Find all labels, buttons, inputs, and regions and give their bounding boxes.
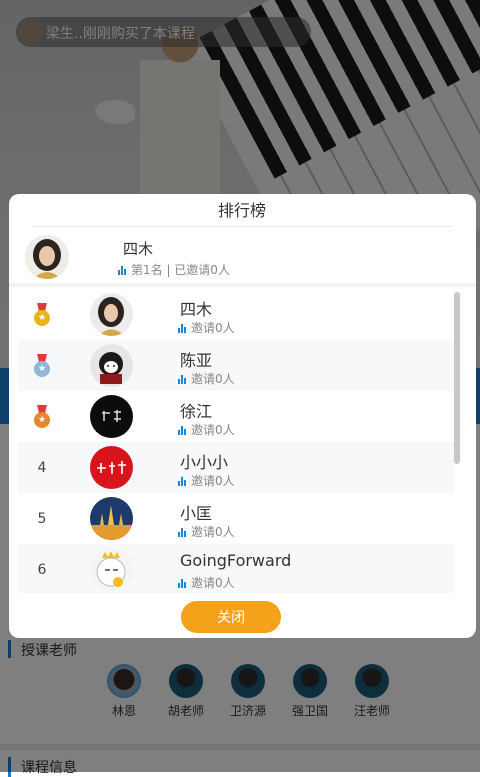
leaderboard-list[interactable]: ★ 四木 邀请0人 ★ 陈亚 邀请0人 ★ 徐江 邀请0人 4 小小小 邀请0人… [18, 289, 454, 593]
rank: 4 [37, 459, 47, 476]
list-item: ★ 四木 邀请0人 [18, 289, 454, 340]
rank: ★ [30, 289, 54, 340]
avatar [90, 446, 133, 489]
rank: ★ [30, 391, 54, 442]
user-name: 四木 [180, 300, 213, 319]
bar-chart-icon [178, 527, 188, 537]
modal-title: 排行榜 [32, 194, 452, 227]
avatar [25, 235, 69, 279]
my-rank-row: 四木 第1名 | 已邀请0人 [9, 227, 476, 287]
list-scrollbar[interactable] [454, 292, 460, 464]
avatar [90, 344, 133, 387]
invite-count: 邀请0人 [178, 319, 235, 336]
invite-count-text: 邀请0人 [191, 474, 235, 488]
user-name: 陈亚 [180, 351, 213, 370]
user-name: 徐江 [180, 402, 213, 421]
invite-count-text: 邀请0人 [191, 525, 235, 539]
list-item: 4 小小小 邀请0人 [18, 442, 454, 493]
invite-count-text: 邀请0人 [191, 321, 235, 335]
close-button[interactable]: 关闭 [181, 601, 281, 633]
list-item: ★ 徐江 邀请0人 [18, 391, 454, 442]
rank: ★ [30, 340, 54, 391]
user-name: 小匡 [180, 504, 213, 523]
leaderboard-modal: 排行榜 四木 第1名 | 已邀请0人 ★ 四木 邀请0人 ★ 陈亚 邀请0人 ★… [9, 194, 476, 638]
silver-medal-icon: ★ [34, 353, 50, 378]
invite-count: 邀请0人 [178, 370, 235, 387]
invite-count-text: 邀请0人 [191, 372, 235, 386]
invite-count: 邀请0人 [178, 421, 235, 438]
bar-chart-icon [178, 425, 188, 435]
rank: 6 [37, 561, 47, 578]
avatar [90, 548, 133, 591]
bar-chart-icon [178, 323, 188, 333]
my-stats-text: 第1名 | 已邀请0人 [131, 263, 230, 277]
gold-medal-icon: ★ [34, 302, 50, 327]
list-item: ★ 陈亚 邀请0人 [18, 340, 454, 391]
invite-count: 邀请0人 [178, 472, 235, 489]
user-name: 小小小 [180, 453, 229, 472]
invite-count: 邀请0人 [178, 574, 235, 591]
invite-count: 邀请0人 [178, 523, 235, 540]
avatar [90, 293, 133, 336]
list-item: 6 GoingForward 邀请0人 [18, 544, 454, 593]
avatar [90, 395, 133, 438]
bar-chart-icon [178, 476, 188, 486]
user-name: GoingForward [180, 551, 292, 570]
rank: 5 [37, 510, 47, 527]
my-name: 四木 [123, 240, 154, 258]
my-stats: 第1名 | 已邀请0人 [118, 261, 230, 278]
bar-chart-icon [118, 265, 128, 275]
bronze-medal-icon: ★ [34, 404, 50, 429]
bar-chart-icon [178, 578, 188, 588]
invite-count-text: 邀请0人 [191, 576, 235, 590]
invite-count-text: 邀请0人 [191, 423, 235, 437]
bar-chart-icon [178, 374, 188, 384]
list-item: 5 小匡 邀请0人 [18, 493, 454, 544]
avatar [90, 497, 133, 540]
